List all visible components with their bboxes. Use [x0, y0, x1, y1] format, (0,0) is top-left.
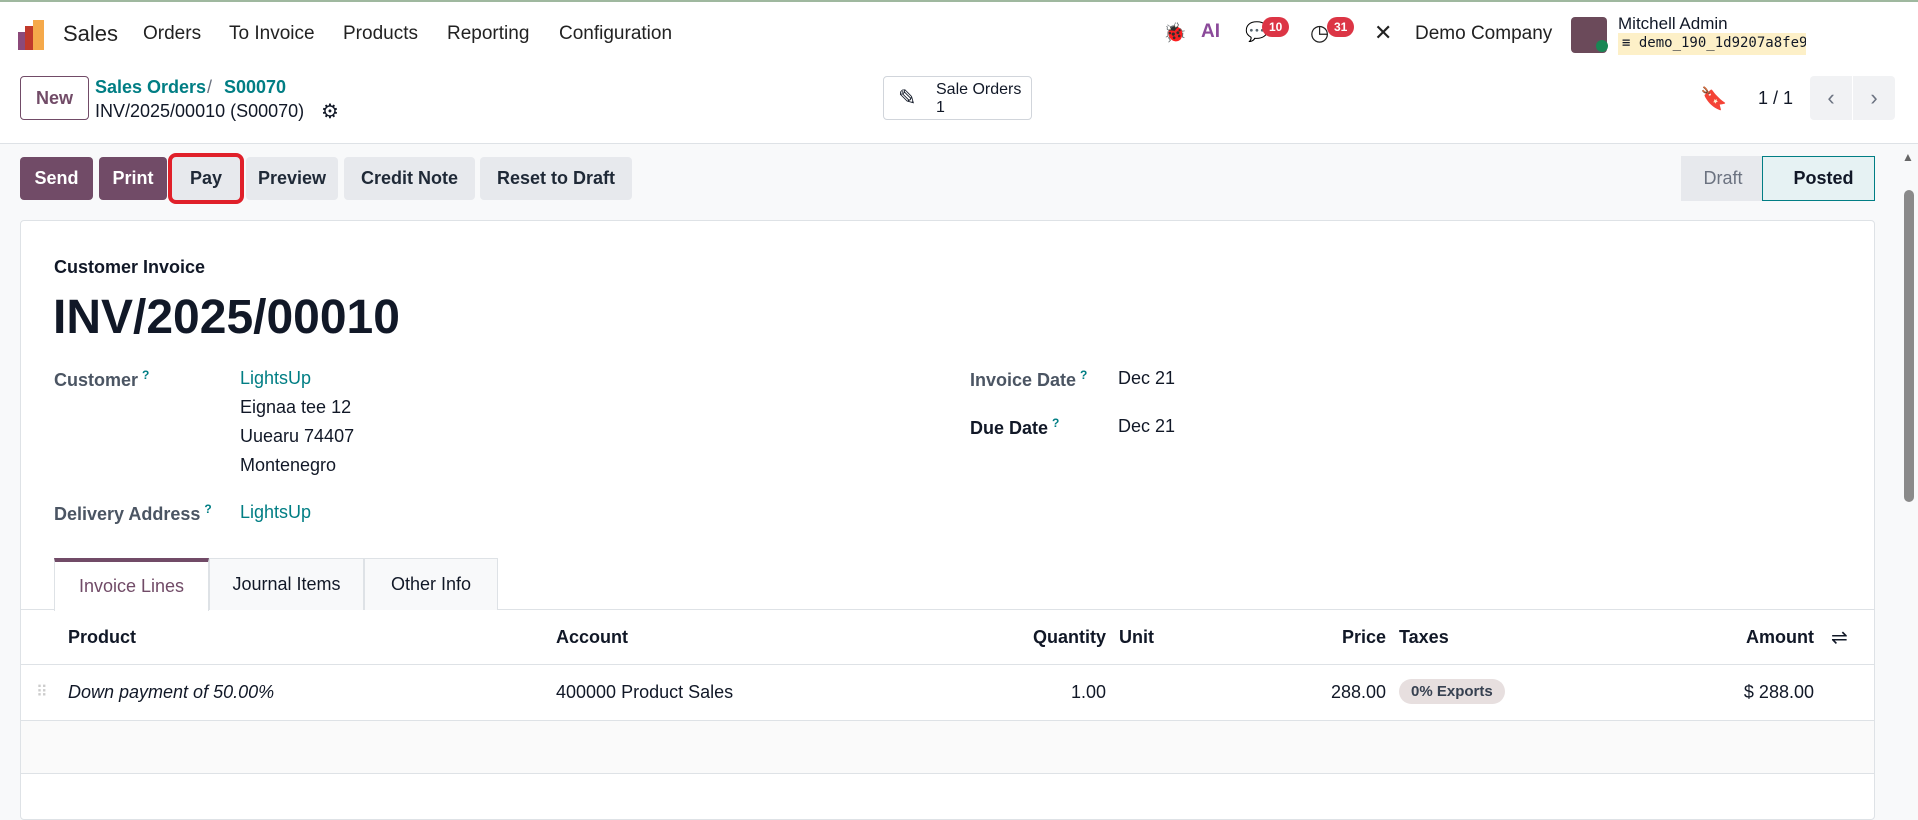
cell-product[interactable]: Down payment of 50.00%	[68, 682, 274, 703]
header-quantity[interactable]: Quantity	[1033, 627, 1106, 648]
breadcrumb-separator: /	[207, 77, 213, 97]
messages-badge: 10	[1262, 17, 1290, 37]
header-price[interactable]: Price	[1342, 627, 1386, 648]
sale-orders-smart-button[interactable]: ✎ Sale Orders 1	[883, 76, 1032, 120]
cell-amount[interactable]: $ 288.00	[1744, 682, 1814, 703]
record-title: INV/2025/00010 (S00070)	[95, 101, 305, 121]
due-date-field[interactable]: Dec 21	[1118, 416, 1175, 437]
header-account[interactable]: Account	[556, 627, 628, 648]
header-unit[interactable]: Unit	[1119, 627, 1154, 648]
scroll-up-icon[interactable]: ▲	[1902, 150, 1914, 164]
delivery-address-label: Delivery Address?	[54, 502, 212, 524]
smart-button-count: 1	[936, 99, 945, 116]
print-button[interactable]: Print	[99, 157, 167, 200]
pay-button[interactable]: Pay	[168, 153, 244, 204]
ai-icon[interactable]: AI	[1201, 21, 1220, 43]
tab-invoice-lines[interactable]: Invoice Lines	[54, 558, 209, 611]
due-date-label: Due Date?	[970, 416, 1060, 438]
breadcrumb-sales-orders[interactable]: Sales Orders	[95, 77, 206, 98]
menu-products[interactable]: Products	[343, 23, 418, 45]
customer-link[interactable]: LightsUp	[240, 368, 311, 389]
database-icon: ≡	[1622, 35, 1639, 51]
address-line-2: Uuearu 74407	[240, 426, 355, 446]
header-divider	[21, 664, 1874, 665]
new-button[interactable]: New	[20, 76, 89, 120]
address-line-1: Eignaa tee 12	[240, 397, 352, 417]
send-button[interactable]: Send	[20, 157, 93, 200]
invoice-number: INV/2025/00010	[53, 291, 400, 344]
bookmark-icon[interactable]: 🔖	[1700, 86, 1727, 112]
header-taxes[interactable]: Taxes	[1399, 627, 1449, 648]
cell-account[interactable]: 400000 Product Sales	[556, 682, 733, 703]
row-divider	[21, 773, 1874, 774]
sales-app-logo-icon[interactable]	[18, 20, 48, 50]
online-status-icon	[1596, 40, 1608, 52]
breadcrumb-s00070[interactable]: S00070	[224, 77, 286, 98]
user-name[interactable]: Mitchell Admin	[1618, 14, 1728, 34]
top-navbar: Sales Orders To Invoice Products Reporti…	[0, 0, 1918, 66]
pager-next-button[interactable]: ›	[1853, 76, 1895, 120]
company-switcher[interactable]: Demo Company	[1415, 23, 1552, 45]
reset-to-draft-button[interactable]: Reset to Draft	[480, 157, 632, 200]
pager-value[interactable]: 1 / 1	[1758, 88, 1793, 109]
empty-row	[21, 721, 1874, 773]
tools-icon[interactable]: ✕	[1374, 20, 1392, 46]
menu-to-invoice[interactable]: To Invoice	[229, 23, 315, 45]
move-type: Customer Invoice	[54, 257, 206, 277]
optional-columns-icon[interactable]: ⇌	[1831, 625, 1848, 650]
debug-bug-icon[interactable]: 🐞	[1163, 21, 1187, 45]
cell-price[interactable]: 288.00	[1331, 682, 1386, 703]
cell-quantity[interactable]: 1.00	[1071, 682, 1106, 703]
delivery-address-link[interactable]: LightsUp	[240, 502, 311, 523]
address-line-3: Montenegro	[240, 455, 337, 475]
status-posted[interactable]: Posted	[1762, 156, 1875, 201]
tab-other-info[interactable]: Other Info	[364, 558, 498, 610]
tab-journal-items[interactable]: Journal Items	[209, 558, 364, 610]
menu-configuration[interactable]: Configuration	[559, 23, 672, 45]
status-draft[interactable]: Draft	[1681, 156, 1765, 201]
menu-orders[interactable]: Orders	[143, 23, 201, 45]
credit-note-button[interactable]: Credit Note	[344, 157, 475, 200]
header-product[interactable]: Product	[68, 627, 136, 648]
control-panel: New Sales Orders / S00070 INV/2025/00010…	[0, 66, 1918, 144]
preview-button[interactable]: Preview	[246, 157, 338, 200]
invoice-date-label: Invoice Date?	[970, 368, 1088, 390]
pager-previous-button[interactable]: ‹	[1810, 76, 1852, 120]
customer-label: Customer?	[54, 368, 150, 390]
app-name[interactable]: Sales	[63, 21, 118, 47]
smart-button-label: Sale Orders	[936, 81, 1022, 98]
drag-handle-icon[interactable]: ⠿	[36, 682, 48, 702]
database-name: ≡ demo_190_1d9207a8fe90_1766...	[1618, 33, 1806, 55]
menu-reporting[interactable]: Reporting	[447, 23, 529, 45]
gear-icon[interactable]: ⚙	[321, 99, 339, 124]
activities-badge: 31	[1327, 17, 1355, 37]
database-label: demo_190_1d9207a8fe90_1766...	[1638, 35, 1806, 51]
edit-icon: ✎	[898, 85, 917, 110]
tax-badge[interactable]: 0% Exports	[1399, 679, 1505, 704]
invoice-date-field[interactable]: Dec 21	[1118, 368, 1175, 389]
header-amount[interactable]: Amount	[1746, 627, 1814, 648]
vertical-scrollbar[interactable]	[1904, 190, 1914, 502]
